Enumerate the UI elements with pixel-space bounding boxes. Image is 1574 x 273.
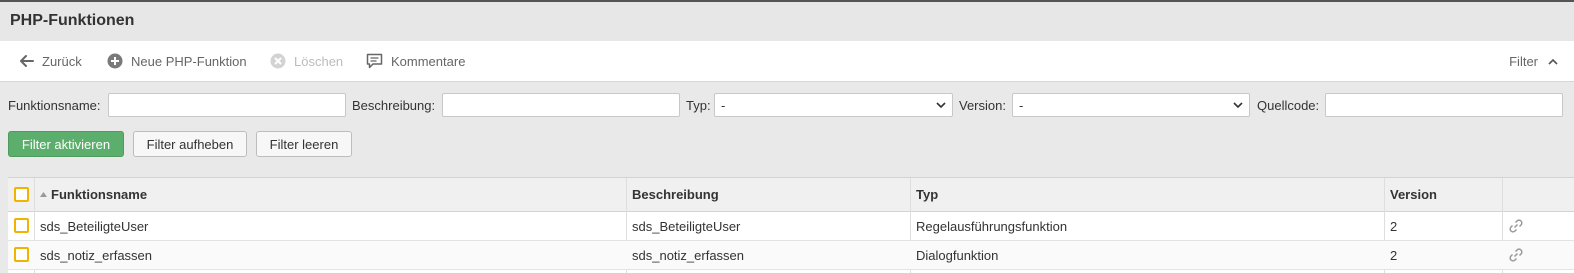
- page-title: PHP-Funktionen: [10, 12, 135, 29]
- delete-button-label: Löschen: [294, 53, 344, 69]
- name-filter-input[interactable]: [108, 93, 346, 117]
- arrow-left-icon: [20, 55, 34, 67]
- cell-type: Regelausführungsfunktion: [916, 218, 1068, 234]
- title-bar: PHP-Funktionen: [0, 2, 1574, 41]
- new-php-function-button[interactable]: Neue PHP-Funktion: [107, 41, 247, 81]
- column-header-version[interactable]: Version: [1390, 178, 1437, 211]
- delete-button[interactable]: Löschen: [270, 41, 343, 81]
- table-header: Funktionsname Beschreibung Typ Version: [8, 178, 1574, 212]
- row-link-button[interactable]: [1508, 241, 1524, 269]
- new-php-function-label: Neue PHP-Funktion: [131, 53, 247, 69]
- column-header-type[interactable]: Typ: [916, 178, 938, 211]
- source-filter-label: Quellcode:: [1257, 98, 1320, 113]
- link-icon: [1509, 248, 1523, 262]
- description-filter-label: Beschreibung:: [352, 98, 436, 113]
- cell-name: sds_BeteiligteUser: [40, 218, 149, 234]
- type-filter-select[interactable]: -: [714, 93, 953, 117]
- type-filter-label: Typ:: [686, 98, 711, 113]
- link-icon: [1509, 219, 1523, 233]
- source-filter-input[interactable]: [1325, 93, 1563, 117]
- toolbar: Zurück Neue PHP-Funktion Löschen Komment…: [0, 41, 1574, 82]
- column-header-name-label: Funktionsname: [51, 187, 148, 202]
- chevron-down-icon: [1233, 102, 1243, 109]
- php-functions-table: Funktionsname Beschreibung Typ Version s…: [8, 177, 1574, 273]
- chevron-down-icon: [936, 102, 946, 109]
- column-header-description[interactable]: Beschreibung: [632, 178, 719, 211]
- back-button-label: Zurück: [42, 53, 82, 69]
- activate-filter-button[interactable]: Filter aktivieren: [8, 131, 124, 157]
- sort-asc-icon: [40, 192, 47, 197]
- version-filter-value: -: [1019, 97, 1024, 113]
- version-filter-select[interactable]: -: [1012, 93, 1250, 117]
- filter-toggle-label: Filter: [1509, 53, 1538, 69]
- select-all-checkbox[interactable]: [14, 187, 29, 202]
- comment-icon: [366, 53, 383, 69]
- row-checkbox[interactable]: [14, 218, 29, 233]
- chevron-up-icon: [1548, 58, 1558, 65]
- column-header-name[interactable]: Funktionsname: [40, 178, 147, 211]
- cell-description: sds_notiz_erfassen: [632, 247, 745, 263]
- remove-filter-button[interactable]: Filter aufheben: [133, 131, 247, 157]
- name-filter-label: Funktionsname:: [8, 98, 101, 113]
- type-filter-value: -: [721, 97, 726, 113]
- description-filter-input[interactable]: [442, 93, 680, 117]
- cell-version: 2: [1390, 218, 1398, 234]
- filter-row: Funktionsname: Beschreibung: Typ: - Vers…: [0, 93, 1574, 119]
- comments-button-label: Kommentare: [391, 53, 466, 69]
- plus-circle-icon: [107, 53, 123, 69]
- row-checkbox[interactable]: [14, 247, 29, 262]
- cell-type: Dialogfunktion: [916, 247, 999, 263]
- clear-filter-button[interactable]: Filter leeren: [256, 131, 352, 157]
- row-link-button[interactable]: [1508, 212, 1524, 240]
- table-row[interactable]: sds_notiz_erfassen sds_notiz_erfassen Di…: [8, 241, 1574, 270]
- version-filter-label: Version:: [959, 98, 1006, 113]
- cell-version: 2: [1390, 247, 1398, 263]
- cell-name: sds_notiz_erfassen: [40, 247, 153, 263]
- x-circle-icon: [270, 53, 286, 69]
- table-row[interactable]: sds_BeteiligteUser sds_BeteiligteUser Re…: [8, 212, 1574, 241]
- cell-description: sds_BeteiligteUser: [632, 218, 741, 234]
- filter-toggle[interactable]: Filter: [1509, 41, 1558, 81]
- comments-button[interactable]: Kommentare: [366, 41, 465, 81]
- back-button[interactable]: Zurück: [20, 41, 82, 81]
